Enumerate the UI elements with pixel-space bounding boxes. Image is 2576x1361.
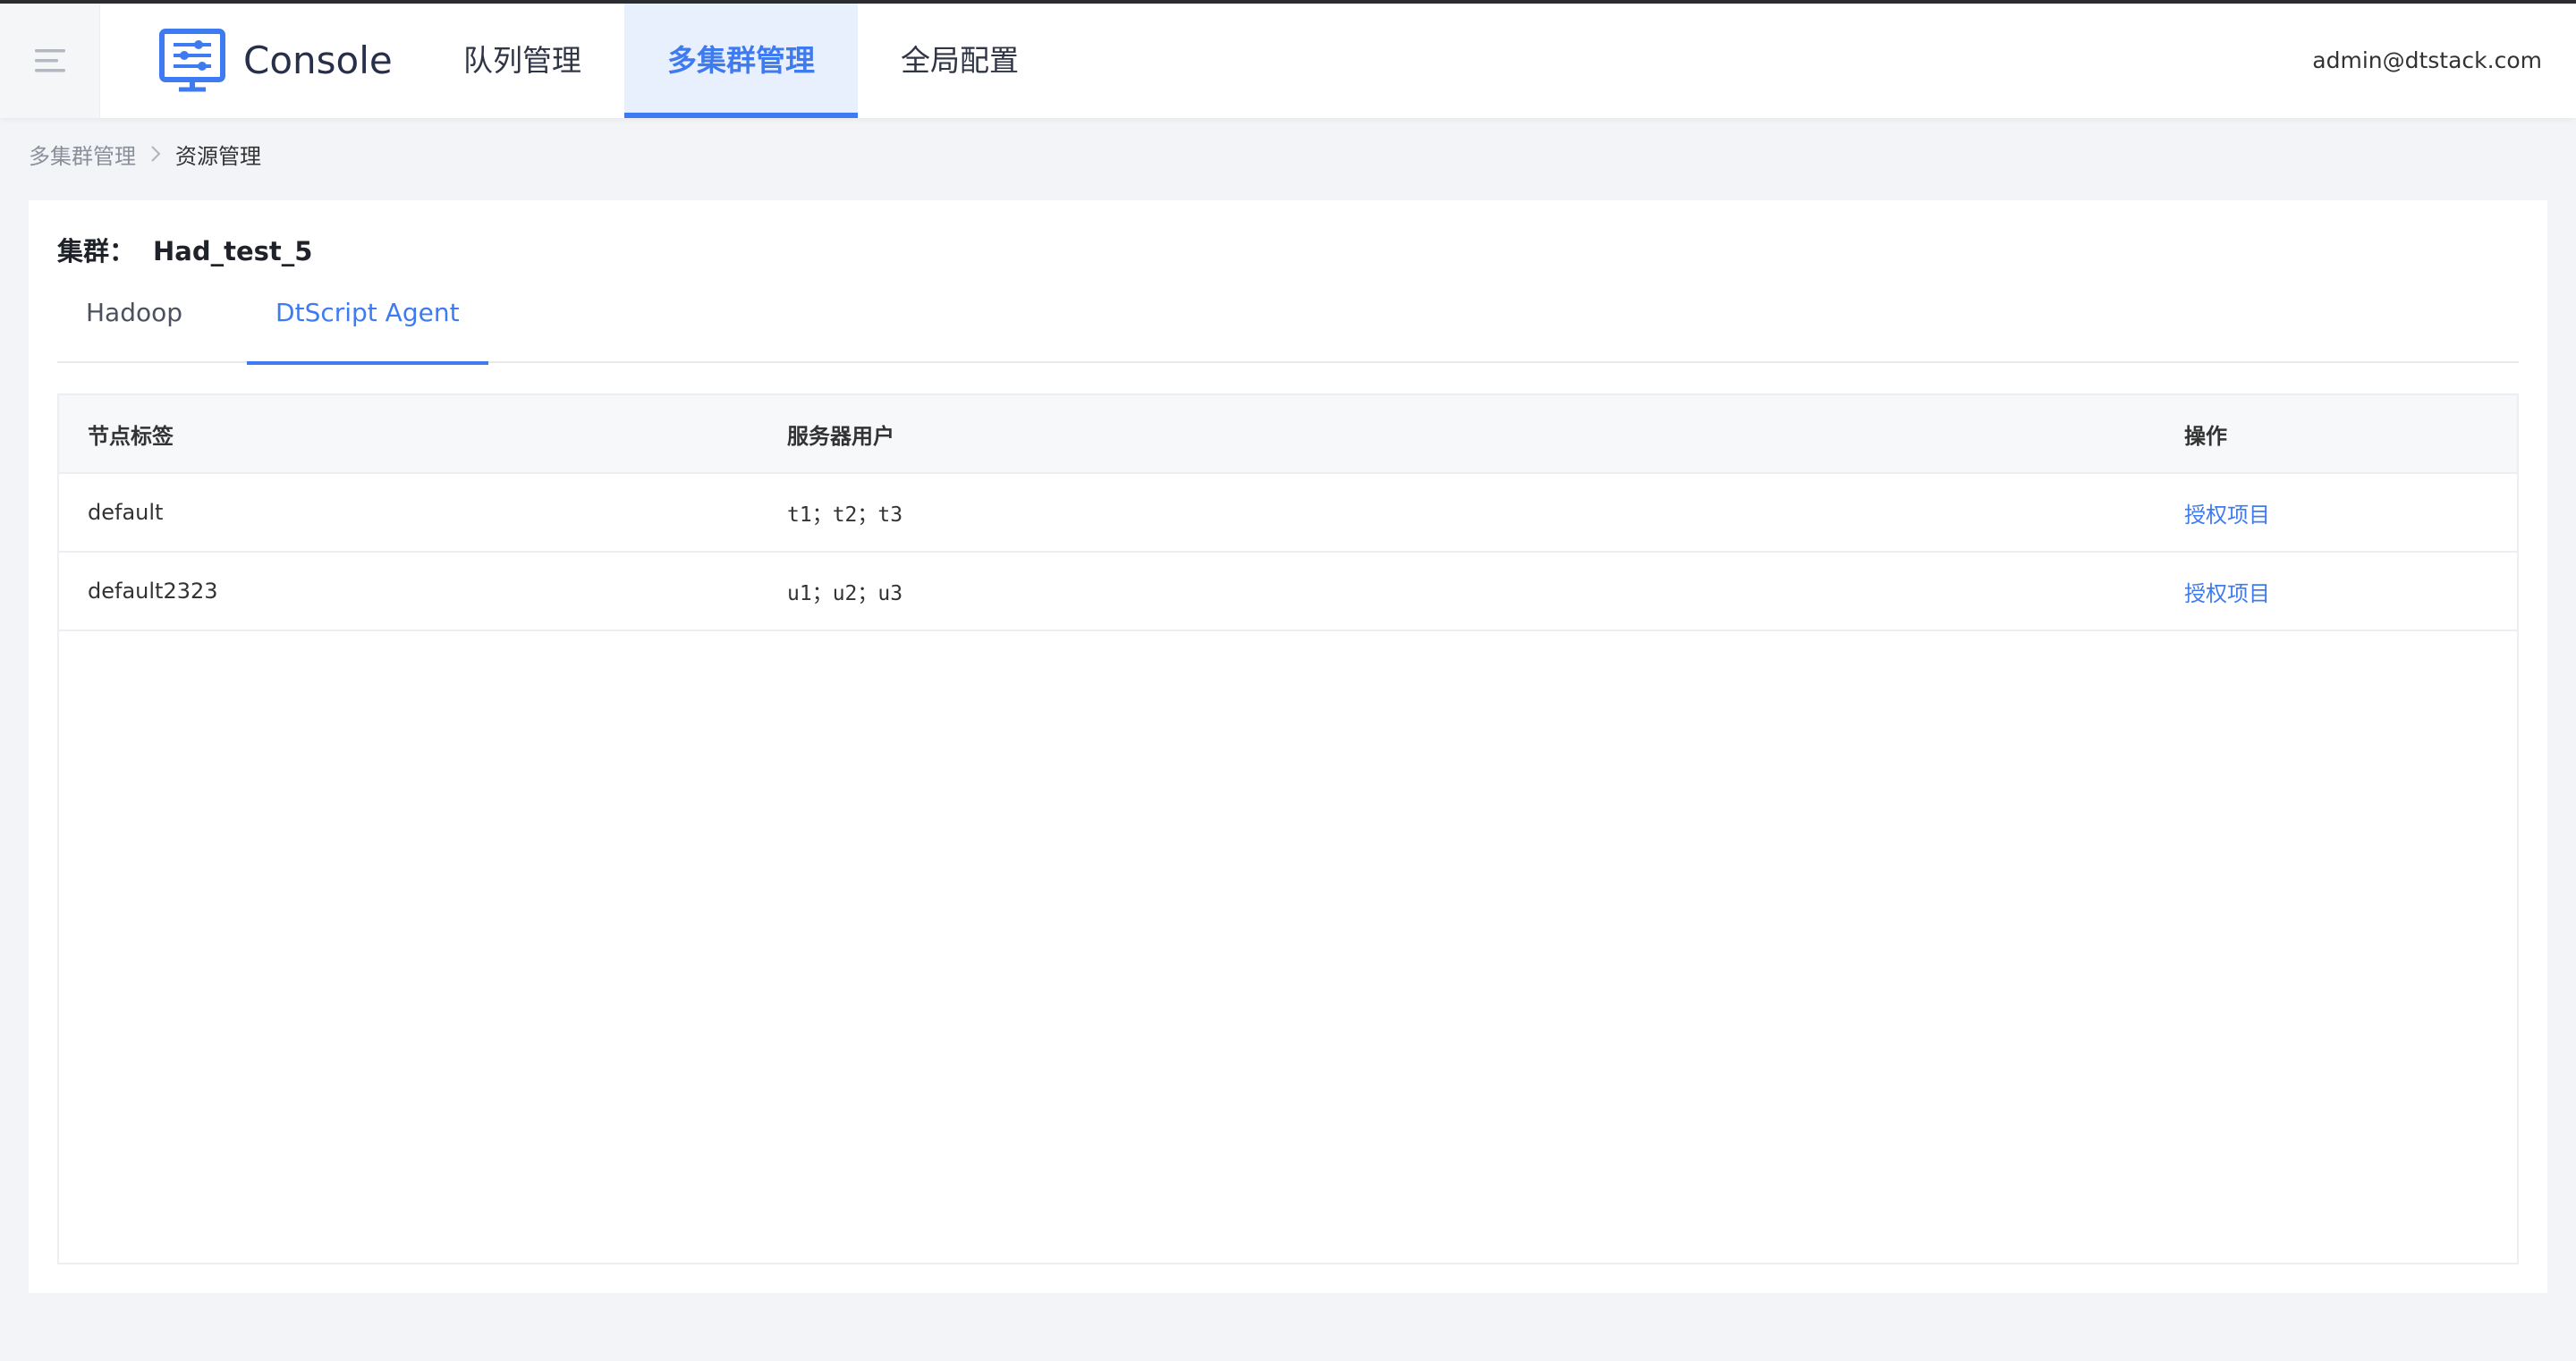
column-header-node-label: 节点标签 [88,423,174,449]
node-label-cell: default [88,500,164,525]
authorize-project-link[interactable]: 授权项目 [2184,497,2270,528]
menu-icon [34,49,65,72]
table-row: default t1；t2；t3 授权项目 [59,474,2517,553]
breadcrumb: 多集群管理 资源管理 [29,138,261,170]
node-label-cell: default2323 [88,579,218,604]
breadcrumb-parent-link[interactable]: 多集群管理 [29,139,136,170]
resource-card: 集群： Had_test_5 Hadoop DtScript Agent 节点标签… [29,200,2547,1293]
cluster-name: Had_test_5 [153,236,313,266]
tab-dtscript-agent[interactable]: DtScript Agent [247,277,488,365]
breadcrumb-current: 资源管理 [175,143,261,169]
cluster-title: 集群： Had_test_5 [57,231,312,268]
console-logo-icon [159,29,225,92]
top-header: Console 队列管理 多集群管理 全局配置 admin@dtstack.co… [0,4,2576,118]
node-table: 节点标签 服务器用户 操作 default t1；t2；t3 授权项目 defa… [57,393,2519,1264]
server-users-cell: u1；u2；u3 [787,582,903,605]
cluster-label: 集群： [57,236,136,266]
tab-hadoop[interactable]: Hadoop [57,277,211,363]
authorize-project-link[interactable]: 授权项目 [2184,576,2270,607]
component-tabs: Hadoop DtScript Agent [57,277,2519,365]
column-header-server-users: 服务器用户 [787,423,894,449]
main-nav: 队列管理 多集群管理 全局配置 [420,4,1062,118]
user-account[interactable]: admin@dtstack.com [2312,4,2542,118]
nav-multi-cluster-management[interactable]: 多集群管理 [624,4,858,118]
server-users-cell: t1；t2；t3 [787,503,903,527]
chevron-right-icon [150,145,161,163]
nav-queue-management[interactable]: 队列管理 [420,4,624,118]
table-header: 节点标签 服务器用户 操作 [59,395,2517,474]
brand-name: Console [243,38,393,82]
column-header-actions: 操作 [2184,423,2227,449]
table-row: default2323 u1；u2；u3 授权项目 [59,553,2517,631]
menu-toggle-button[interactable] [0,4,100,118]
nav-global-config[interactable]: 全局配置 [858,4,1062,118]
